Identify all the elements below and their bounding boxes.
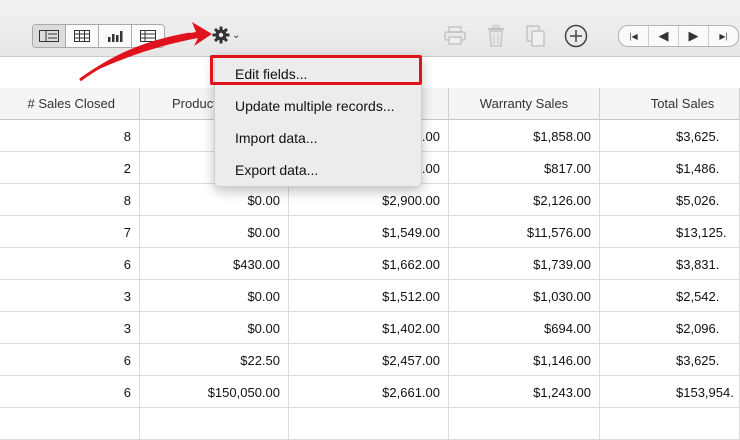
table-cell[interactable]: $0.00 (140, 184, 289, 216)
table-cell[interactable]: $1,512.00 (289, 280, 449, 312)
table-cell[interactable]: $3,831. (600, 248, 740, 280)
table-cell[interactable]: $694.00 (449, 312, 600, 344)
table-cell[interactable]: $1,549.00 (289, 216, 449, 248)
table-row[interactable]: 7 $0.00 $1,549.00 $11,576.00 $13,125. (0, 216, 740, 248)
chart-view-button[interactable] (99, 25, 132, 47)
gear-icon (212, 26, 230, 44)
table-cell[interactable]: 6 (0, 344, 140, 376)
next-record-icon: ▶ (688, 28, 699, 43)
layout-view-icon (39, 30, 59, 42)
toolbar: ⌄ |◀ ◀ ▶ ▶| (0, 0, 740, 57)
print-icon (444, 26, 466, 45)
table-cell[interactable]: $1,486. (600, 152, 740, 184)
table-cell[interactable]: $22.50 (140, 344, 289, 376)
menu-item-label: Export data... (235, 162, 319, 178)
table-cell[interactable]: $13,125. (600, 216, 740, 248)
view-switcher (32, 24, 165, 48)
table-cell[interactable] (0, 408, 140, 440)
column-header-total-sales[interactable]: Total Sales (600, 88, 740, 120)
table-row[interactable] (0, 408, 740, 440)
menu-item-import-data[interactable]: Import data... (215, 124, 421, 152)
table-cell[interactable] (600, 408, 740, 440)
duplicate-button[interactable] (524, 24, 548, 48)
menu-item-label: Update multiple records... (235, 98, 395, 114)
duplicate-icon (526, 25, 545, 47)
previous-record-button[interactable]: ◀ (649, 26, 679, 46)
table-cell[interactable]: $150,050.00 (140, 376, 289, 408)
table-cell[interactable]: $817.00 (449, 152, 600, 184)
trash-button[interactable] (484, 24, 508, 48)
table-cell[interactable]: $3,625. (600, 344, 740, 376)
table-cell[interactable]: $3,625. (600, 120, 740, 152)
first-record-button[interactable]: |◀ (619, 26, 649, 46)
table-cell[interactable]: $11,576.00 (449, 216, 600, 248)
column-header-label: # Sales Closed (27, 96, 115, 111)
table-cell[interactable]: 6 (0, 248, 140, 280)
table-cell[interactable]: $1,146.00 (449, 344, 600, 376)
table-cell[interactable]: $153,954. (600, 376, 740, 408)
table-row[interactable]: 6 $22.50 $2,457.00 $1,146.00 $3,625. (0, 344, 740, 376)
first-record-icon: |◀ (629, 31, 638, 41)
table-cell[interactable] (289, 408, 449, 440)
table-cell[interactable]: $2,900.00 (289, 184, 449, 216)
table-view-icon (74, 30, 90, 42)
table-row[interactable]: 3 $0.00 $1,512.00 $1,030.00 $2,542. (0, 280, 740, 312)
previous-record-icon: ◀ (658, 28, 669, 43)
list-view-icon (140, 30, 156, 42)
column-header-warranty-sales[interactable]: Warranty Sales (449, 88, 600, 120)
table-cell[interactable] (140, 408, 289, 440)
gear-menu-button[interactable]: ⌄ (212, 25, 246, 45)
add-icon (564, 24, 588, 48)
table-cell[interactable]: $1,739.00 (449, 248, 600, 280)
table-cell[interactable]: 6 (0, 376, 140, 408)
table-cell[interactable]: $2,126.00 (449, 184, 600, 216)
table-cell[interactable]: $2,661.00 (289, 376, 449, 408)
table-cell[interactable]: $0.00 (140, 280, 289, 312)
table-row[interactable]: 3 $0.00 $1,402.00 $694.00 $2,096. (0, 312, 740, 344)
table-cell[interactable]: $1,402.00 (289, 312, 449, 344)
table-cell[interactable]: $1,030.00 (449, 280, 600, 312)
print-button[interactable] (443, 24, 467, 48)
table-cell[interactable]: $1,243.00 (449, 376, 600, 408)
next-record-button[interactable]: ▶ (679, 26, 709, 46)
table-cell[interactable]: $2,457.00 (289, 344, 449, 376)
table-cell[interactable]: 3 (0, 280, 140, 312)
chart-view-icon (108, 31, 123, 42)
table-cell[interactable]: $2,096. (600, 312, 740, 344)
table-cell[interactable]: 8 (0, 120, 140, 152)
chevron-down-icon: ⌄ (232, 29, 241, 41)
table-cell[interactable]: 7 (0, 216, 140, 248)
trash-icon (488, 25, 504, 47)
menu-item-export-data[interactable]: Export data... (215, 156, 421, 184)
menu-item-update-multiple-records[interactable]: Update multiple records... (215, 92, 421, 120)
last-record-button[interactable]: ▶| (709, 26, 738, 46)
table-row[interactable]: 6 $150,050.00 $2,661.00 $1,243.00 $153,954. (0, 376, 740, 408)
table-cell[interactable]: $1,662.00 (289, 248, 449, 280)
table-cell[interactable]: 2 (0, 152, 140, 184)
table-cell[interactable]: $0.00 (140, 312, 289, 344)
table-row[interactable]: 8 $0.00 $2,900.00 $2,126.00 $5,026. (0, 184, 740, 216)
table-view-button[interactable] (66, 25, 99, 47)
record-navigator: |◀ ◀ ▶ ▶| (618, 25, 739, 47)
table-cell[interactable]: $2,542. (600, 280, 740, 312)
list-view-button[interactable] (132, 25, 164, 47)
table-cell[interactable]: 3 (0, 312, 140, 344)
table-cell[interactable] (449, 408, 600, 440)
table-cell[interactable]: $5,026. (600, 184, 740, 216)
menu-item-label: Import data... (235, 130, 318, 146)
table-cell[interactable]: $1,858.00 (449, 120, 600, 152)
column-header-label: Total Sales (650, 96, 715, 111)
highlight-box (210, 55, 422, 85)
column-header-sales-closed[interactable]: # Sales Closed (0, 88, 140, 120)
table-row[interactable]: 6 $430.00 $1,662.00 $1,739.00 $3,831. (0, 248, 740, 280)
table-cell[interactable]: $430.00 (140, 248, 289, 280)
add-record-button[interactable] (564, 24, 588, 48)
column-header-label: Warranty Sales (479, 96, 569, 111)
table-cell[interactable]: $0.00 (140, 216, 289, 248)
layout-view-button[interactable] (33, 25, 66, 47)
last-record-icon: ▶| (719, 31, 728, 41)
table-cell[interactable]: 8 (0, 184, 140, 216)
